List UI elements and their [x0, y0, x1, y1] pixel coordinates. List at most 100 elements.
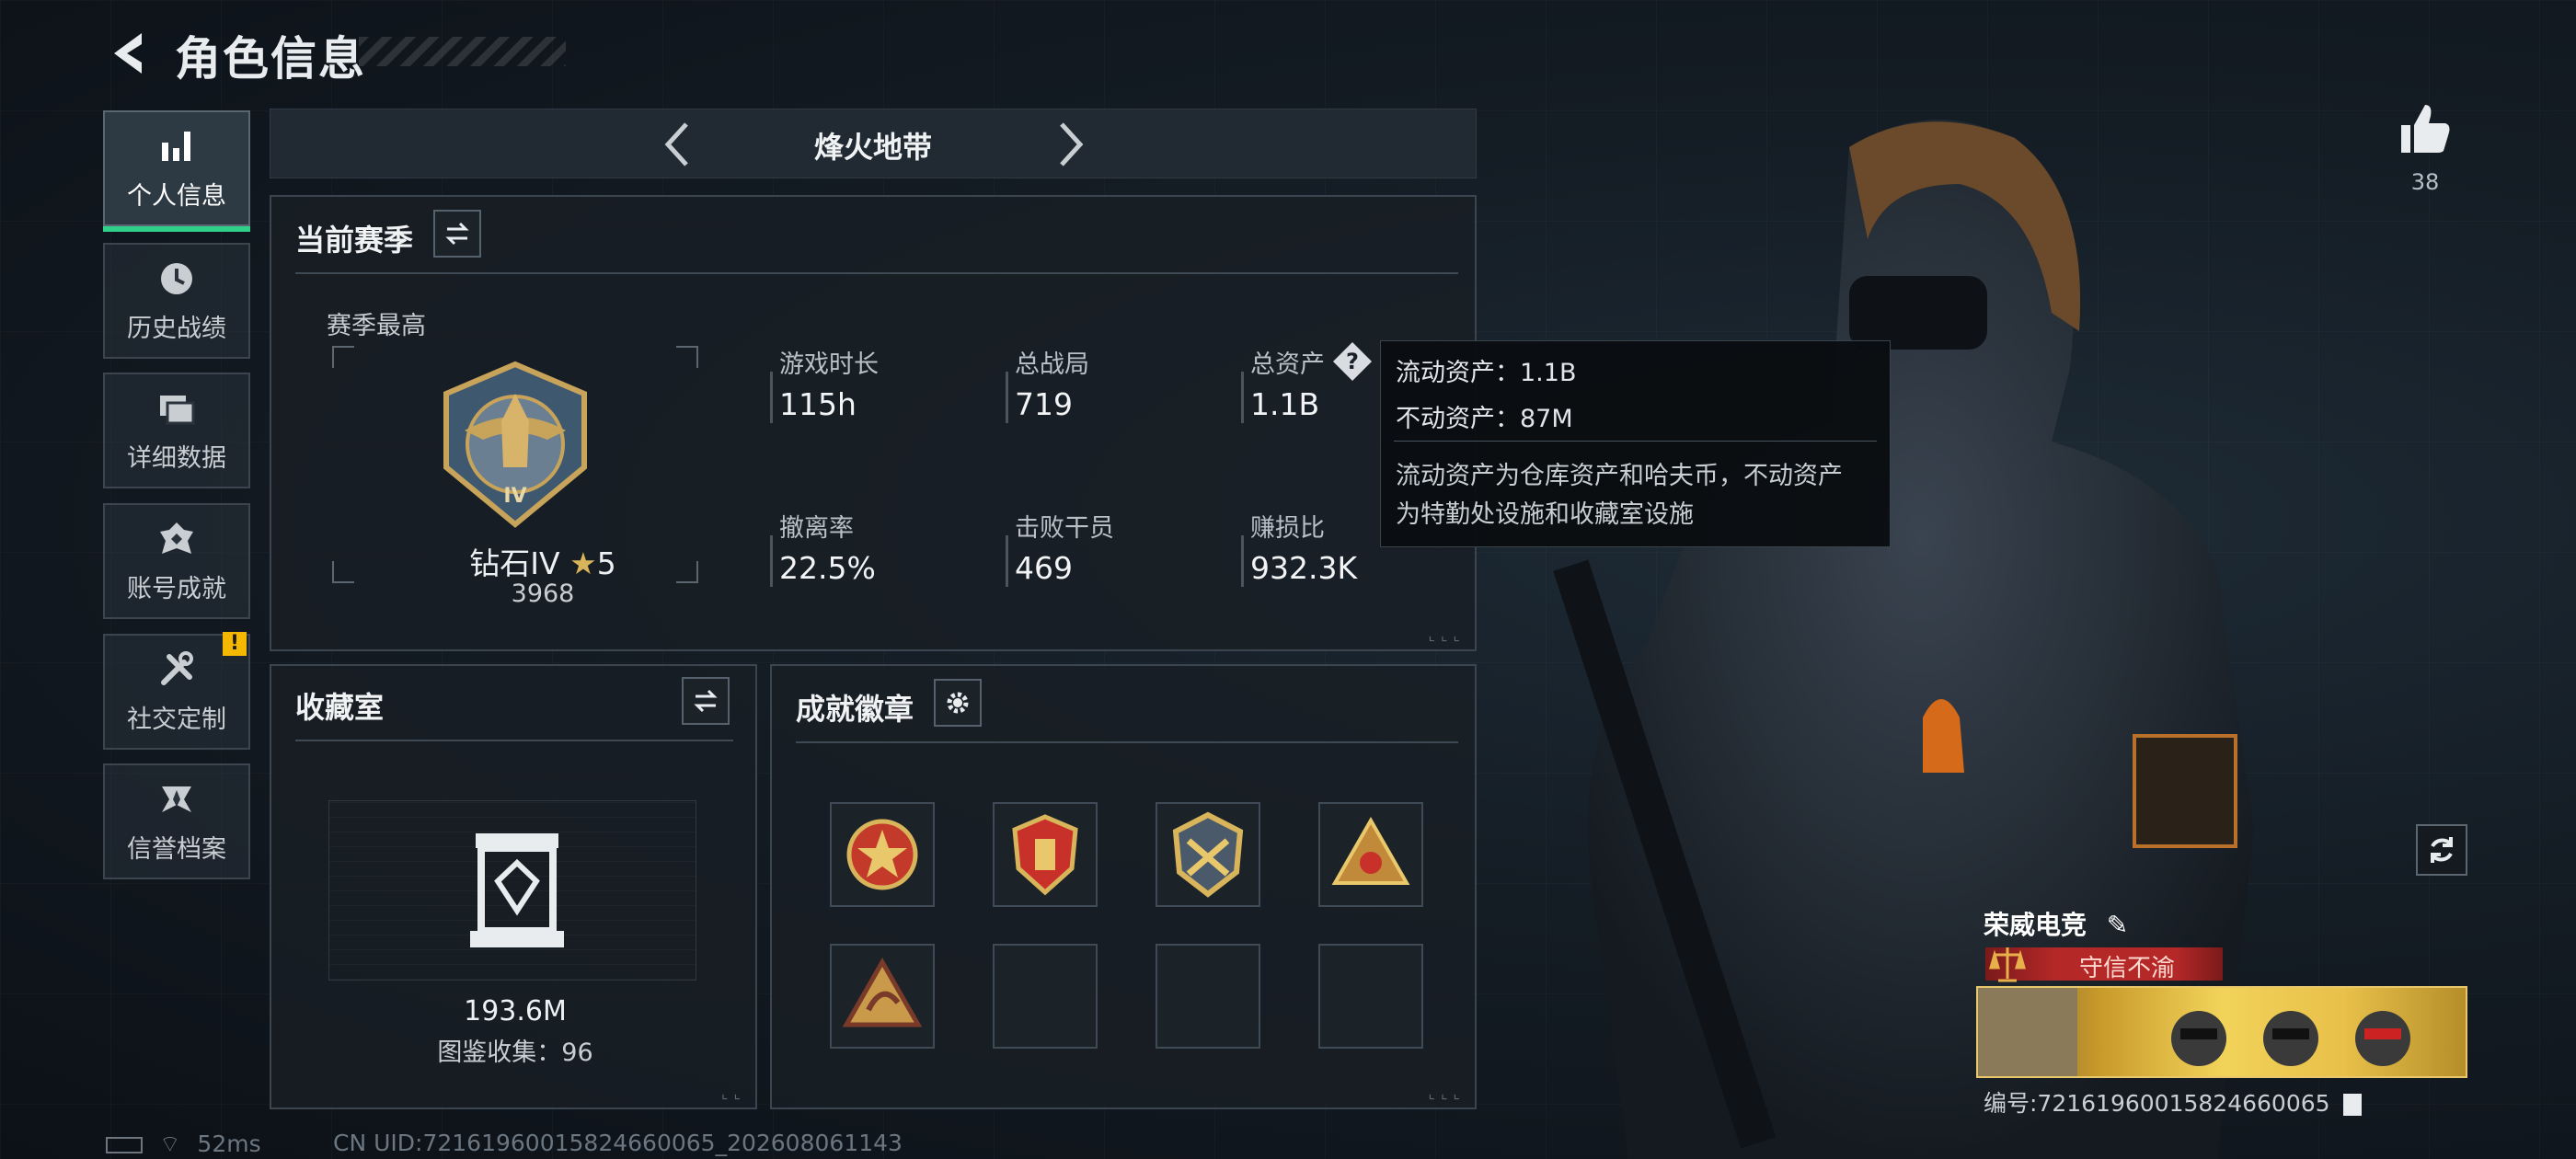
stat-divider	[1006, 535, 1008, 587]
folders-icon	[160, 395, 195, 424]
corner-decoration: ⌞⌞⌞	[1428, 626, 1466, 644]
refresh-button[interactable]	[2416, 824, 2467, 876]
stat-value: 115h	[779, 386, 857, 422]
badge-slot-empty[interactable]	[993, 944, 1098, 1049]
season-switch-button[interactable]	[433, 210, 481, 258]
badge-slot[interactable]	[993, 802, 1098, 907]
sidebar-item-personal-info[interactable]: 个人信息	[103, 110, 250, 232]
stat-value: 469	[1015, 550, 1073, 586]
card-avatar	[1978, 988, 2077, 1076]
honor-title: 守信不渝	[2079, 955, 2176, 982]
season-best-label: 赛季最高	[327, 312, 426, 340]
refresh-icon	[2431, 837, 2453, 863]
sidebar-item-history[interactable]: 历史战绩	[103, 243, 250, 359]
notification-badge: !	[223, 632, 247, 656]
team-name: 荣威电竞 ✎	[1984, 905, 2128, 942]
card-illustration	[2171, 1011, 2410, 1066]
badge-settings-button[interactable]	[934, 679, 982, 727]
stat-value: 1.1B	[1250, 386, 1320, 422]
stat-divider	[770, 372, 773, 423]
swap-arrows-icon	[694, 689, 718, 713]
title-decoration	[359, 37, 566, 66]
badge-slot[interactable]	[830, 802, 935, 907]
diamond-rank-emblem-icon: IV	[443, 361, 587, 528]
collection-value: 193.6M	[464, 995, 567, 1027]
badge-slot[interactable]	[1156, 802, 1260, 907]
bar-chart-icon	[162, 131, 190, 161]
badges-panel: 成就徽章 ⌞⌞⌞	[770, 664, 1477, 1109]
battery-icon	[106, 1137, 143, 1153]
corner-decoration: ⌞⌞	[721, 1084, 746, 1102]
next-mode-chevron-icon[interactable]	[1045, 119, 1093, 170]
scales-icon	[1989, 947, 2026, 982]
divider	[1394, 441, 1877, 442]
stat-label: 赚损比	[1250, 514, 1325, 543]
name-card-banner[interactable]	[1976, 986, 2467, 1078]
swap-arrows-icon	[445, 222, 469, 246]
season-title: 当前赛季	[295, 223, 414, 258]
rank-line: 钻石IV ★5	[271, 539, 814, 583]
stat-label: 击败干员	[1015, 514, 1114, 543]
tooltip-desc-line2: 为特勤处设施和收藏室设施	[1396, 500, 1694, 529]
sidebar-item-label: 账号成就	[127, 574, 226, 603]
divider	[796, 741, 1458, 743]
uid-text: CN UID:72161960015824660065_202608061143	[333, 1130, 903, 1156]
triangle-medal-icon	[1331, 816, 1410, 885]
rank-score: 3968	[511, 580, 575, 608]
gear-icon	[947, 692, 969, 714]
stat-divider	[1241, 535, 1244, 587]
credit-icon	[162, 786, 191, 812]
season-panel: 当前赛季 赛季最高 IV 钻石IV ★5 3968 游戏时长 115h 总战局 …	[270, 195, 1477, 651]
status-bar: ⌔ 52ms	[106, 1130, 261, 1158]
sidebar-item-achievements[interactable]: 账号成就	[103, 503, 250, 619]
sidebar-item-label: 社交定制	[127, 705, 226, 734]
stat-label: 游戏时长	[779, 350, 879, 379]
sidebar-item-label: 历史战绩	[127, 314, 226, 343]
like-count: 38	[2410, 169, 2440, 195]
tools-icon	[161, 650, 193, 685]
help-question-icon[interactable]: ?	[1331, 340, 1374, 383]
ping-value: 52ms	[197, 1130, 261, 1157]
tooltip-liquid-assets: 流动资产：1.1B	[1396, 359, 1577, 387]
display-case-icon	[470, 833, 564, 947]
stat-label: 撤离率	[779, 514, 854, 543]
sidebar-item-detailed-data[interactable]: 详细数据	[103, 373, 250, 488]
thumbs-up-icon[interactable]	[2396, 99, 2453, 156]
divider	[295, 272, 1458, 274]
star-icon: ★	[569, 545, 597, 581]
crossed-medal-icon	[1172, 811, 1244, 898]
catalog-count: 图鉴收集：96	[437, 1039, 593, 1067]
wifi-icon: ⌔	[158, 1130, 181, 1157]
sidebar-item-social-custom[interactable]: 社交定制 !	[103, 632, 250, 750]
back-arrow-icon[interactable]	[101, 26, 156, 81]
mode-title: 烽火地带	[813, 130, 932, 165]
corner-decoration: ⌞⌞⌞	[1428, 1084, 1466, 1102]
asset-tooltip: 流动资产：1.1B 不动资产：87M 流动资产为仓库资产和哈夫币，不动资产 为特…	[1380, 340, 1891, 547]
collection-switch-button[interactable]	[682, 677, 730, 725]
badge-slot[interactable]	[1318, 802, 1423, 907]
stat-value: 932.3K	[1250, 550, 1358, 586]
tooltip-fixed-assets: 不动资产：87M	[1396, 405, 1573, 433]
badges-title: 成就徽章	[796, 692, 914, 727]
team-name-text: 荣威电竞	[1984, 910, 2087, 940]
stat-label: 总战局	[1015, 350, 1089, 379]
tooltip-desc-line1: 流动资产为仓库资产和哈夫币，不动资产	[1396, 462, 1843, 490]
badge-slot-empty[interactable]	[1156, 944, 1260, 1049]
achievement-icon	[160, 522, 193, 554]
badge-slot[interactable]	[830, 944, 935, 1049]
badge-slot-empty[interactable]	[1318, 944, 1423, 1049]
stat-value: 719	[1015, 386, 1073, 422]
stat-value: 22.5%	[779, 550, 876, 586]
edit-pencil-icon[interactable]: ✎	[2107, 910, 2128, 940]
sidebar-item-credit-file[interactable]: 信誉档案	[103, 763, 250, 879]
page-title: 角色信息	[175, 32, 366, 86]
pyramid-medal-icon	[842, 957, 923, 1027]
rank-stars: 5	[596, 545, 616, 581]
stat-divider	[1241, 372, 1244, 423]
stat-label: 总资产	[1250, 350, 1325, 379]
svg-text:IV: IV	[503, 485, 526, 508]
sidebar-item-label: 信誉档案	[127, 834, 226, 864]
stat-divider	[770, 535, 773, 587]
sidebar-item-label: 个人信息	[127, 181, 226, 211]
copy-icon[interactable]	[2342, 1094, 2362, 1116]
